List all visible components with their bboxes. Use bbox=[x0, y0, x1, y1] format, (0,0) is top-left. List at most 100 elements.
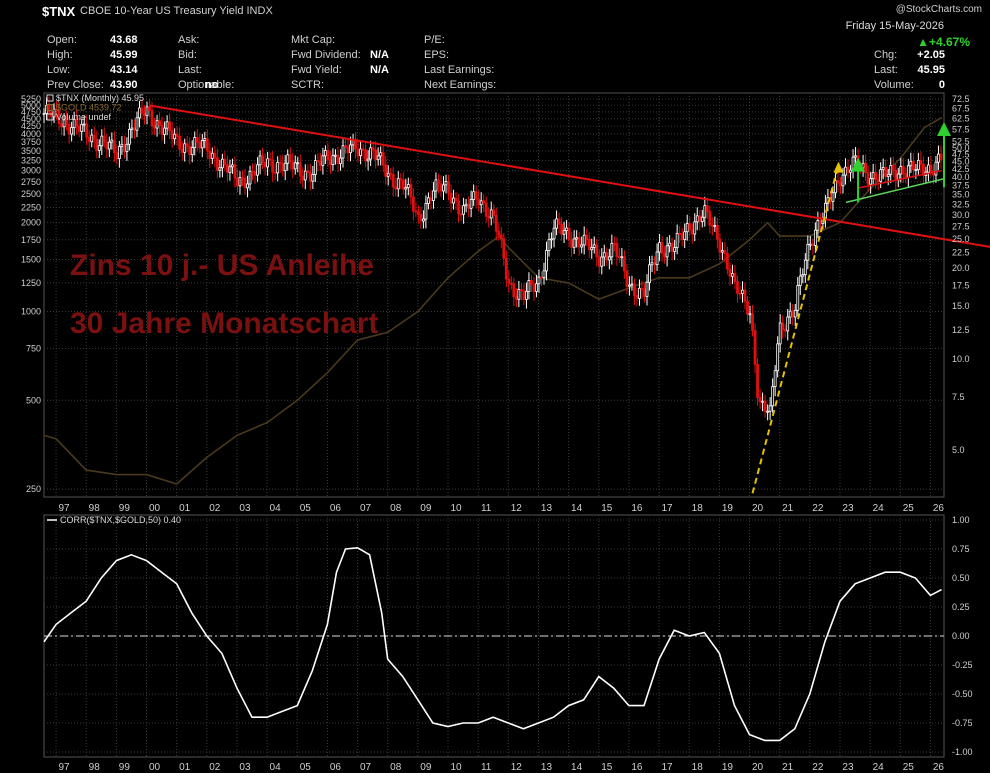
candle-body bbox=[688, 223, 692, 231]
x-tick-label-lower: 09 bbox=[420, 762, 432, 773]
candle-body bbox=[163, 127, 167, 135]
candle-body bbox=[226, 164, 229, 173]
candle-body bbox=[477, 198, 481, 206]
candle-body bbox=[517, 289, 521, 300]
candle-body bbox=[575, 237, 579, 240]
candle-body bbox=[683, 231, 687, 240]
candle-body bbox=[514, 296, 518, 300]
candle-body bbox=[728, 268, 732, 277]
x-tick-label-lower: 08 bbox=[390, 762, 402, 773]
corr-y-tick-label: 0.75 bbox=[952, 544, 970, 554]
candle-body bbox=[123, 143, 126, 152]
candle-body bbox=[550, 238, 553, 241]
candle-body bbox=[572, 238, 576, 248]
candle-body bbox=[658, 242, 661, 253]
x-tick-label-lower: 07 bbox=[360, 762, 372, 773]
candle-body bbox=[303, 170, 307, 181]
candle-body bbox=[532, 284, 536, 292]
right-tick-label: 5.0 bbox=[952, 445, 965, 455]
candle-body bbox=[494, 214, 498, 232]
x-tick-label: 10 bbox=[450, 503, 462, 514]
candle-body bbox=[655, 251, 659, 266]
left-tick-label: 3000 bbox=[21, 166, 41, 176]
candle-body bbox=[102, 135, 106, 143]
candle-body bbox=[437, 179, 440, 185]
candle-body bbox=[756, 364, 759, 398]
candle-body bbox=[183, 143, 187, 153]
x-tick-label-lower: 04 bbox=[270, 762, 282, 773]
candle-body bbox=[733, 273, 737, 282]
candle-body bbox=[195, 137, 199, 143]
candle-body bbox=[256, 164, 259, 176]
candle-body bbox=[374, 149, 378, 160]
candle-body bbox=[509, 283, 513, 285]
candle-body bbox=[547, 239, 551, 251]
x-tick-label-lower: 18 bbox=[692, 762, 704, 773]
candle-body bbox=[200, 140, 204, 149]
candle-body bbox=[620, 256, 624, 259]
x-tick-label-lower: 19 bbox=[722, 762, 734, 773]
candle-body bbox=[105, 141, 109, 150]
x-tick-label: 25 bbox=[903, 503, 915, 514]
candle-body bbox=[623, 256, 626, 272]
candle-body bbox=[281, 163, 285, 172]
x-tick-label-lower: 25 bbox=[903, 762, 915, 773]
candle-body bbox=[738, 292, 742, 295]
candle-body bbox=[238, 177, 242, 187]
candle-body bbox=[298, 162, 302, 177]
candle-body bbox=[339, 157, 342, 165]
x-tick-label-lower: 03 bbox=[239, 762, 251, 773]
corr-line bbox=[43, 546, 942, 742]
candle-body bbox=[434, 179, 438, 192]
candle-body bbox=[128, 128, 131, 145]
candle-body bbox=[507, 278, 511, 284]
x-tick-label: 16 bbox=[631, 503, 643, 514]
candle-body bbox=[273, 171, 277, 174]
candle-body bbox=[713, 225, 717, 227]
candle-body bbox=[442, 184, 445, 192]
candle-body bbox=[469, 199, 473, 209]
candle-body bbox=[236, 177, 239, 187]
legend-swatch bbox=[46, 94, 54, 102]
candle-body bbox=[693, 221, 697, 235]
candle-body bbox=[675, 233, 679, 249]
candle-body bbox=[497, 230, 501, 236]
candle-body bbox=[193, 137, 197, 148]
candle-body bbox=[283, 162, 287, 172]
candle-body bbox=[266, 158, 270, 168]
candle-body bbox=[447, 181, 450, 194]
x-tick-label-lower: 97 bbox=[58, 762, 70, 773]
candle-body bbox=[138, 107, 141, 119]
left-tick-label: 1750 bbox=[21, 235, 41, 245]
x-tick-label: 12 bbox=[511, 503, 523, 514]
right-tick-label: 12.5 bbox=[952, 325, 970, 335]
candle-body bbox=[47, 104, 51, 113]
candle-body bbox=[215, 157, 219, 171]
candle-body bbox=[210, 152, 214, 159]
candle-body bbox=[881, 167, 885, 171]
candle-body bbox=[585, 234, 589, 240]
candle-body bbox=[60, 123, 63, 128]
candle-body bbox=[155, 120, 159, 129]
x-tick-label: 18 bbox=[692, 503, 704, 514]
candle-body bbox=[479, 200, 483, 206]
candle-body bbox=[899, 165, 903, 175]
candle-body bbox=[399, 178, 403, 181]
x-tick-label: 04 bbox=[270, 503, 282, 514]
candle-body bbox=[145, 106, 149, 117]
candle-body bbox=[527, 280, 531, 292]
left-tick-label: 1250 bbox=[21, 278, 41, 288]
candle-body bbox=[582, 234, 586, 246]
right-tick-label: 15.0 bbox=[952, 301, 970, 311]
candle-body bbox=[567, 227, 571, 241]
candle-body bbox=[600, 256, 604, 267]
candle-body bbox=[771, 386, 775, 407]
candle-body bbox=[535, 283, 538, 292]
candle-body bbox=[306, 170, 310, 173]
x-tick-label: 19 bbox=[722, 503, 734, 514]
candle-body bbox=[168, 121, 172, 132]
candle-body bbox=[720, 250, 724, 253]
candle-body bbox=[751, 313, 754, 331]
candle-body bbox=[876, 179, 880, 182]
candle-body bbox=[321, 155, 325, 166]
